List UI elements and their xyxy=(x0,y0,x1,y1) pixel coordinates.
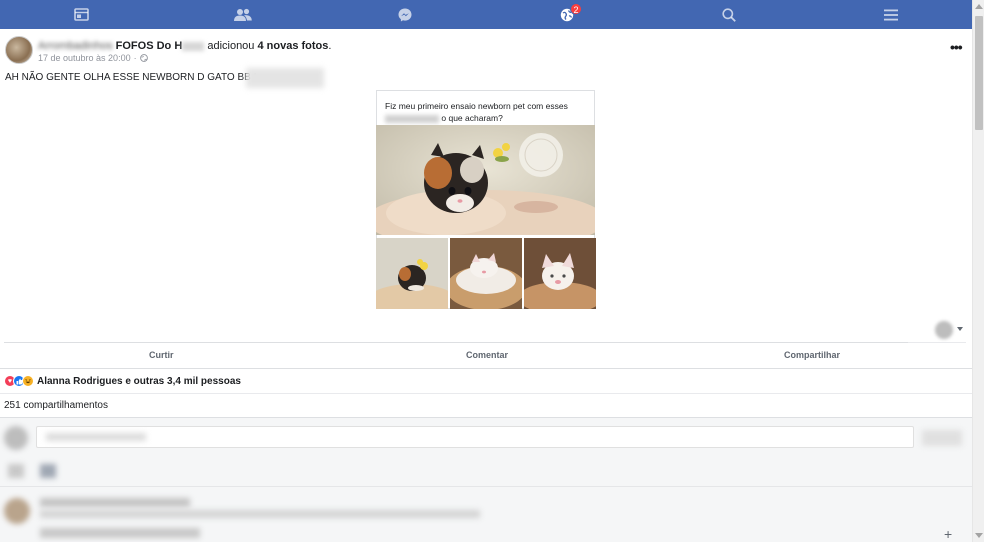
messenger-icon xyxy=(398,7,412,21)
haha-reaction-icon xyxy=(22,375,34,387)
vertical-scrollbar[interactable] xyxy=(972,0,984,542)
menu-icon xyxy=(884,9,898,20)
reaction-dropdown-icon[interactable] xyxy=(957,327,963,331)
notification-count-badge: 2 xyxy=(570,3,582,15)
post-meta: 17 de outubro às 20:00 · xyxy=(38,53,148,63)
shared-post-text-line2: o que acharam? xyxy=(441,113,503,123)
action-bar-top-divider-end xyxy=(908,342,966,343)
friends-icon xyxy=(234,8,252,21)
sticker-icon[interactable] xyxy=(40,464,56,478)
nav-friends[interactable] xyxy=(162,0,324,29)
kitten-thumb-3[interactable] xyxy=(524,238,596,309)
post-title: Arrombadinhos FOFOS Do H adicionou 4 nov… xyxy=(38,40,332,52)
like-button[interactable]: Curtir xyxy=(149,350,174,360)
comment-button[interactable]: Comentar xyxy=(466,350,508,360)
reactions-summary[interactable]: ♥ Alanna Rodrigues e outras 3,4 mil pess… xyxy=(4,375,241,387)
nav-news-feed[interactable] xyxy=(0,0,162,29)
post-comment-button[interactable] xyxy=(922,430,962,446)
comment-divider xyxy=(0,486,972,487)
scroll-down-arrow-icon[interactable] xyxy=(975,533,983,538)
post-date[interactable]: 17 de outubro às 20:00 xyxy=(38,53,131,63)
share-button[interactable]: Compartilhar xyxy=(784,350,840,360)
author-name-redaction xyxy=(182,41,205,51)
shares-count[interactable]: 251 compartilhamentos xyxy=(4,400,108,411)
comments-section xyxy=(0,417,972,542)
comment-footer-redaction xyxy=(40,528,200,538)
kitten-main-photo[interactable] xyxy=(376,125,595,235)
nav-messenger[interactable] xyxy=(324,0,486,29)
news-feed-icon xyxy=(73,8,89,21)
post-options-icon[interactable]: ••• xyxy=(950,39,963,55)
post-action-text: adicionou xyxy=(207,40,255,52)
facebook-mobile-page: 2 Arrombadinhos FOFOS Do H adicionou 4 n… xyxy=(0,0,984,542)
nav-search[interactable] xyxy=(648,0,810,29)
photo-count-link[interactable]: 4 novas fotos xyxy=(257,40,328,52)
add-icon[interactable]: + xyxy=(944,527,952,541)
nav-menu[interactable] xyxy=(810,0,972,29)
caption-redaction xyxy=(246,68,324,88)
action-bar-top-divider xyxy=(4,342,908,343)
scroll-up-arrow-icon[interactable] xyxy=(975,4,983,9)
comment-text-redaction xyxy=(40,510,480,518)
page-avatar[interactable] xyxy=(5,36,33,64)
author-name-blurred[interactable]: Arrombadinhos xyxy=(38,40,113,52)
comment-author-avatar xyxy=(4,498,30,524)
scroll-thumb[interactable] xyxy=(975,16,983,130)
shared-post-text: Fiz meu primeiro ensaio newborn pet com … xyxy=(385,100,590,124)
post-caption: AH NÃO GENTE OLHA ESSE NEWBORN D GATO BB… xyxy=(5,72,257,83)
comment-placeholder-redaction xyxy=(46,433,146,441)
globe-icon xyxy=(139,54,148,62)
commenter-avatar xyxy=(4,426,28,450)
shared-post-card[interactable]: Fiz meu primeiro ensaio newborn pet com … xyxy=(376,90,596,309)
shared-post-text-redaction xyxy=(385,114,439,123)
comment-input[interactable] xyxy=(36,426,914,448)
reactions-summary-text: Alanna Rodrigues e outras 3,4 mil pessoa… xyxy=(37,375,241,387)
nav-notifications[interactable]: 2 xyxy=(486,0,648,29)
kitten-thumb-2[interactable] xyxy=(450,238,522,309)
reactions-divider xyxy=(0,393,972,394)
camera-icon[interactable] xyxy=(8,464,24,478)
comment-author-redaction xyxy=(40,498,190,507)
action-bar-bottom-divider xyxy=(0,368,972,369)
kitten-thumb-1[interactable] xyxy=(376,238,448,309)
shared-post-text-line1: Fiz meu primeiro ensaio newborn pet com … xyxy=(385,101,568,111)
add-reaction-icon[interactable] xyxy=(935,321,953,339)
author-name[interactable]: FOFOS Do H xyxy=(116,40,183,52)
top-navigation-bar: 2 xyxy=(0,0,972,29)
search-icon xyxy=(722,7,736,22)
